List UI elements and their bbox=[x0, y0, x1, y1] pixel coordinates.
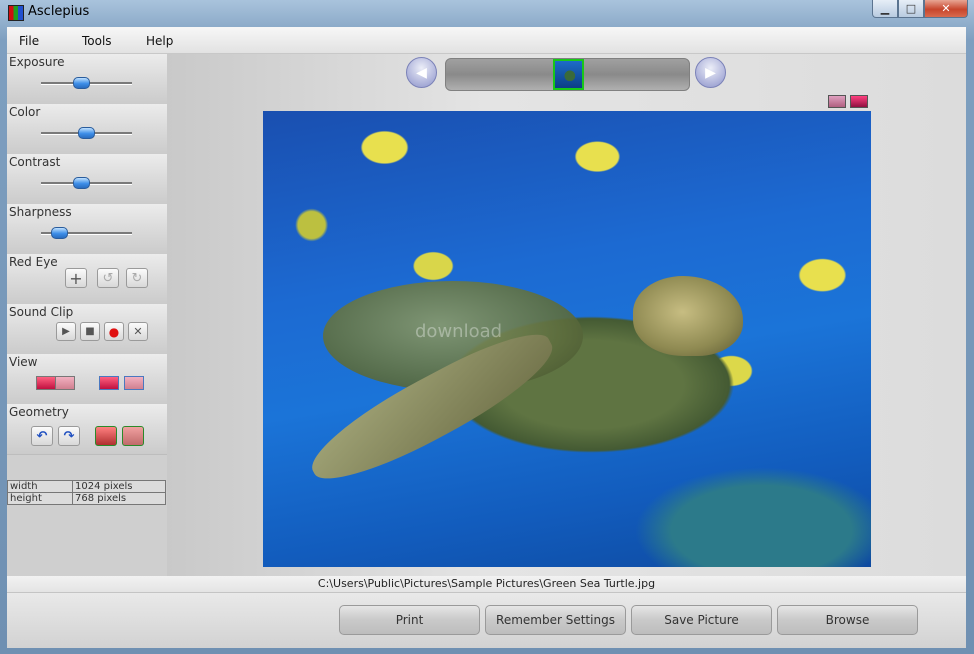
view-section: View bbox=[7, 354, 167, 405]
sound-clip-section: Sound Clip ▶ ■ ● ✕ bbox=[7, 304, 167, 355]
print-button[interactable]: Print bbox=[339, 605, 480, 635]
delete-clip-button[interactable]: ✕ bbox=[128, 322, 148, 341]
view-label: View bbox=[9, 355, 38, 369]
red-eye-redo-button[interactable]: ↻ bbox=[126, 268, 148, 288]
view-edited-icon[interactable] bbox=[55, 376, 75, 390]
rotate-right-icon: ↷ bbox=[63, 428, 75, 444]
stop-button[interactable]: ■ bbox=[80, 322, 100, 341]
red-eye-section: Red Eye + ↺ ↻ bbox=[7, 254, 167, 305]
info-value: 768 pixels bbox=[72, 492, 166, 505]
sharpness-section: Sharpness bbox=[7, 204, 167, 255]
app-window: Asclepius ▁ □ ✕ File Tools Help Exposure… bbox=[0, 0, 974, 654]
app-icon bbox=[8, 5, 24, 21]
main-photo: download bbox=[263, 111, 871, 567]
view-compare-icon[interactable] bbox=[124, 376, 144, 390]
menu-help[interactable]: Help bbox=[146, 34, 173, 48]
minimize-button[interactable]: ▁ bbox=[872, 0, 898, 18]
play-button[interactable]: ▶ bbox=[56, 322, 76, 341]
color-slider-thumb[interactable] bbox=[77, 127, 95, 139]
maximize-button[interactable]: □ bbox=[898, 0, 924, 18]
next-image-button[interactable]: ▶ bbox=[695, 57, 726, 88]
info-key: width bbox=[7, 480, 73, 493]
exposure-slider-thumb[interactable] bbox=[73, 77, 91, 89]
exposure-label: Exposure bbox=[9, 55, 65, 69]
red-eye-label: Red Eye bbox=[9, 255, 58, 269]
menu-bar: File Tools Help bbox=[7, 27, 966, 54]
sound-clip-label: Sound Clip bbox=[9, 305, 74, 319]
remember-settings-button[interactable]: Remember Settings bbox=[485, 605, 626, 635]
crop-button[interactable] bbox=[95, 426, 117, 446]
view-split-icon[interactable] bbox=[99, 376, 119, 390]
watermark: download bbox=[415, 321, 503, 342]
plus-icon: + bbox=[69, 268, 83, 288]
minimize-icon: ▁ bbox=[880, 2, 890, 15]
sharpness-slider[interactable] bbox=[41, 227, 132, 239]
full-view-icon[interactable] bbox=[850, 95, 868, 108]
stop-icon: ■ bbox=[85, 326, 95, 337]
contrast-section: Contrast bbox=[7, 154, 167, 205]
file-path: C:\Users\Public\Pictures\Sample Pictures… bbox=[317, 577, 656, 590]
geometry-section: Geometry ↶ ↷ bbox=[7, 404, 167, 455]
close-button[interactable]: ✕ bbox=[924, 0, 968, 18]
menu-file[interactable]: File bbox=[19, 34, 39, 48]
fit-view-icon[interactable] bbox=[828, 95, 846, 108]
delete-icon: ✕ bbox=[133, 325, 143, 338]
contrast-label: Contrast bbox=[9, 155, 61, 169]
rotate-left-icon: ↶ bbox=[36, 428, 48, 444]
redo-icon: ↻ bbox=[131, 270, 143, 286]
chevron-right-icon: ▶ bbox=[705, 64, 716, 81]
window-controls: ▁ □ ✕ bbox=[872, 0, 968, 18]
table-row: height 768 pixels bbox=[7, 492, 166, 505]
resize-button[interactable] bbox=[122, 426, 144, 446]
view-original-icon[interactable] bbox=[36, 376, 56, 390]
browse-button[interactable]: Browse bbox=[777, 605, 918, 635]
chevron-left-icon: ◀ bbox=[416, 64, 427, 81]
menu-tools[interactable]: Tools bbox=[82, 34, 112, 48]
color-section: Color bbox=[7, 104, 167, 155]
red-eye-add-button[interactable]: + bbox=[65, 268, 87, 288]
color-label: Color bbox=[9, 105, 41, 119]
maximize-icon: □ bbox=[905, 2, 917, 15]
close-icon: ✕ bbox=[941, 2, 951, 15]
undo-icon: ↺ bbox=[102, 270, 114, 286]
file-path-bar: C:\Users\Public\Pictures\Sample Pictures… bbox=[7, 576, 966, 592]
geometry-label: Geometry bbox=[9, 405, 69, 419]
thumbnail-selected[interactable] bbox=[553, 59, 584, 90]
adjustments-sidebar: Exposure Color Contrast Sharpness Red Ey… bbox=[7, 54, 167, 576]
previous-image-button[interactable]: ◀ bbox=[406, 57, 437, 88]
window-title: Asclepius bbox=[28, 4, 90, 19]
table-row: width 1024 pixels bbox=[7, 480, 166, 493]
contrast-slider[interactable] bbox=[41, 177, 132, 189]
thumbnail-strip[interactable] bbox=[445, 58, 690, 91]
record-button[interactable]: ● bbox=[104, 322, 124, 341]
client-area: File Tools Help Exposure Color Contrast bbox=[7, 27, 966, 648]
sharpness-slider-thumb[interactable] bbox=[51, 227, 69, 239]
image-info-table: width 1024 pixels height 768 pixels bbox=[7, 480, 166, 505]
red-eye-undo-button[interactable]: ↺ bbox=[97, 268, 119, 288]
exposure-section: Exposure bbox=[7, 54, 167, 105]
main-viewer: ◀ ▶ download bbox=[167, 54, 966, 576]
sharpness-label: Sharpness bbox=[9, 205, 72, 219]
save-picture-button[interactable]: Save Picture bbox=[631, 605, 772, 635]
exposure-slider[interactable] bbox=[41, 77, 132, 89]
action-bar: Print Remember Settings Save Picture Bro… bbox=[7, 592, 966, 648]
info-value: 1024 pixels bbox=[72, 480, 166, 493]
play-icon: ▶ bbox=[62, 326, 70, 337]
rotate-left-button[interactable]: ↶ bbox=[31, 426, 53, 446]
record-icon: ● bbox=[108, 324, 120, 339]
contrast-slider-thumb[interactable] bbox=[73, 177, 91, 189]
info-key: height bbox=[7, 492, 73, 505]
color-slider[interactable] bbox=[41, 127, 132, 139]
rotate-right-button[interactable]: ↷ bbox=[58, 426, 80, 446]
photo-turtle-head bbox=[633, 276, 743, 356]
title-bar: Asclepius ▁ □ ✕ bbox=[0, 0, 974, 26]
